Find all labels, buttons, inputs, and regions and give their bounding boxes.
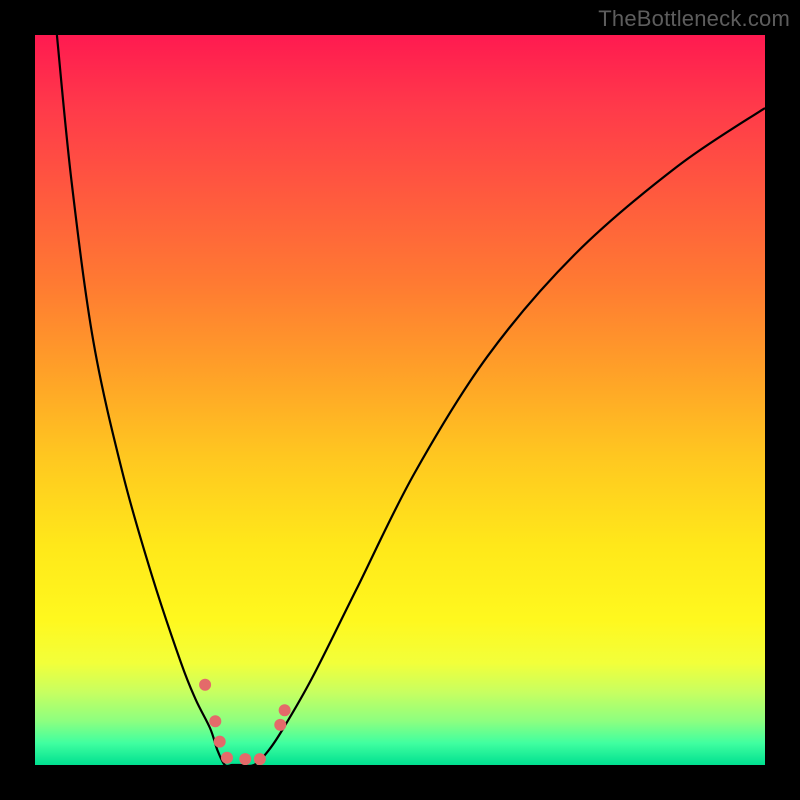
curve-svg — [35, 35, 765, 765]
curve-marker — [279, 704, 291, 716]
curve-marker — [239, 753, 251, 765]
curve-marker — [221, 752, 233, 764]
watermark-text: TheBottleneck.com — [598, 6, 790, 32]
curve-marker — [274, 719, 286, 731]
curve-marker — [254, 753, 266, 765]
curve-marker — [199, 679, 211, 691]
plot-area — [35, 35, 765, 765]
curve-markers — [199, 679, 291, 765]
bottleneck-curve — [57, 35, 765, 765]
curve-marker — [214, 736, 226, 748]
curve-marker — [209, 715, 221, 727]
chart-frame: TheBottleneck.com — [0, 0, 800, 800]
